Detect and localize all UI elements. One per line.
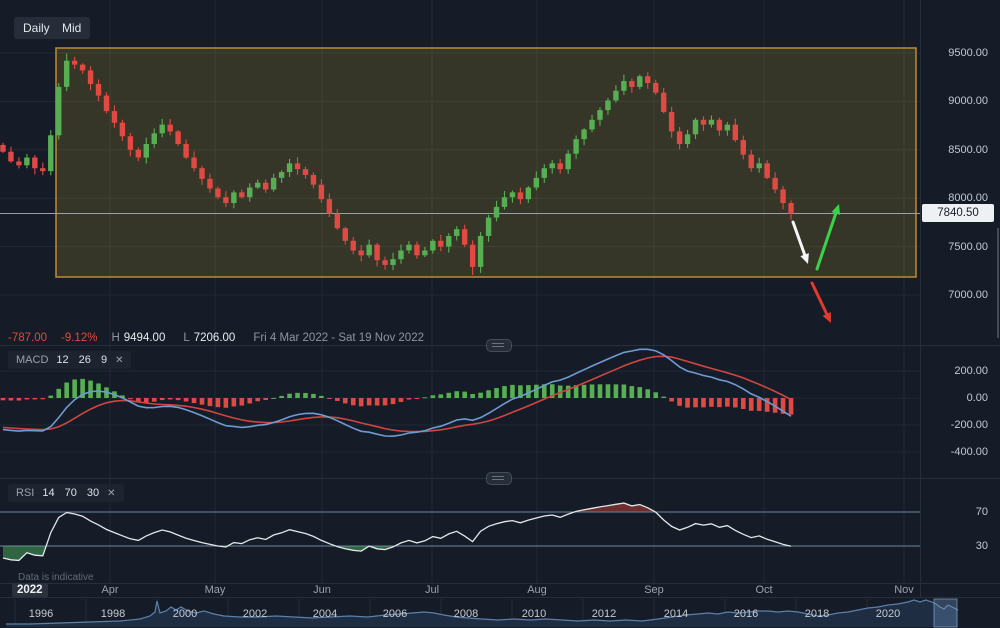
price-stats-bar: -787.00 -9.12% H 9494.00 L 7206.00 Fri 4…: [8, 330, 424, 345]
timeframe-daily-button[interactable]: Daily: [14, 17, 59, 39]
high-label: H: [111, 332, 119, 344]
last-price-label: 7840.50: [922, 204, 994, 222]
trading-app-window: Daily Mid -787.00 -9.12% H 9494.00 L 720…: [0, 0, 1000, 628]
year-label: 2012: [592, 608, 616, 620]
date-range: Fri 4 Mar 2022 - Sat 19 Nov 2022: [253, 332, 424, 344]
month-label: Jul: [425, 584, 439, 596]
price-axis-tick: 9000.00: [922, 95, 988, 107]
price-axis-tick: 7500.00: [922, 241, 988, 253]
panel-divider: [0, 583, 1000, 584]
month-label: Nov: [894, 584, 914, 596]
year-label: 1996: [29, 608, 53, 620]
rsi-indicator-pill[interactable]: RSI 14 70 30 ✕: [8, 484, 124, 502]
low-label: L: [183, 332, 189, 344]
macd-axis-tick: 200.00: [922, 365, 988, 377]
year-label: 2010: [522, 608, 546, 620]
price-axis-tick: 8000.00: [922, 192, 988, 204]
macd-indicator-pill[interactable]: MACD 12 26 9 ✕: [8, 351, 131, 369]
year-label: 2014: [664, 608, 688, 620]
high-value: 9494.00: [124, 332, 166, 344]
navigator-selection-window[interactable]: [934, 599, 957, 627]
data-indicative-note: Data is indicative: [18, 572, 94, 583]
month-label: Aug: [527, 584, 547, 596]
price-axis-tick: 8500.00: [922, 144, 988, 156]
month-label: Apr: [101, 584, 118, 596]
time-axis-year: 2022: [12, 583, 48, 597]
macd-close-icon[interactable]: ✕: [115, 355, 123, 366]
rsi-panel-drag-handle[interactable]: [486, 472, 512, 485]
timeframe-mid-button[interactable]: Mid: [53, 17, 90, 39]
price-axis-tick: 7000.00: [922, 289, 988, 301]
month-label: Sep: [644, 584, 664, 596]
macd-params: 12 26 9: [56, 354, 107, 366]
change-percent: -9.12%: [61, 332, 97, 344]
year-label: 2018: [805, 608, 829, 620]
macd-panel-drag-handle[interactable]: [486, 339, 512, 352]
year-label: 2020: [876, 608, 900, 620]
rsi-axis-tick: 30: [922, 540, 988, 552]
month-label: Oct: [755, 584, 772, 596]
rsi-label: RSI: [16, 487, 34, 499]
year-label: 2002: [243, 608, 267, 620]
price-scale-border: [920, 0, 921, 598]
year-label: 2008: [454, 608, 478, 620]
macd-axis-tick: 0.00: [922, 392, 988, 404]
macd-axis-tick: -200.00: [922, 419, 988, 431]
macd-label: MACD: [16, 354, 48, 366]
rsi-close-icon[interactable]: ✕: [107, 488, 115, 499]
price-axis-tick: 9500.00: [922, 47, 988, 59]
month-label: May: [205, 584, 226, 596]
low-value: 7206.00: [194, 332, 236, 344]
macd-axis-tick: -400.00: [922, 446, 988, 458]
month-label: Jun: [313, 584, 331, 596]
year-label: 2000: [173, 608, 197, 620]
year-label: 2006: [383, 608, 407, 620]
year-label: 2016: [734, 608, 758, 620]
highlight-box-annotation[interactable]: [56, 48, 916, 277]
year-label: 1998: [101, 608, 125, 620]
change-value: -787.00: [8, 332, 47, 344]
rsi-params: 14 70 30: [42, 487, 99, 499]
rsi-layer: [0, 503, 920, 560]
panel-divider: [0, 597, 1000, 598]
rsi-axis-tick: 70: [922, 506, 988, 518]
arrow-annotation[interactable]: [812, 283, 831, 323]
chart-canvas[interactable]: [0, 0, 1000, 628]
year-label: 2004: [313, 608, 337, 620]
